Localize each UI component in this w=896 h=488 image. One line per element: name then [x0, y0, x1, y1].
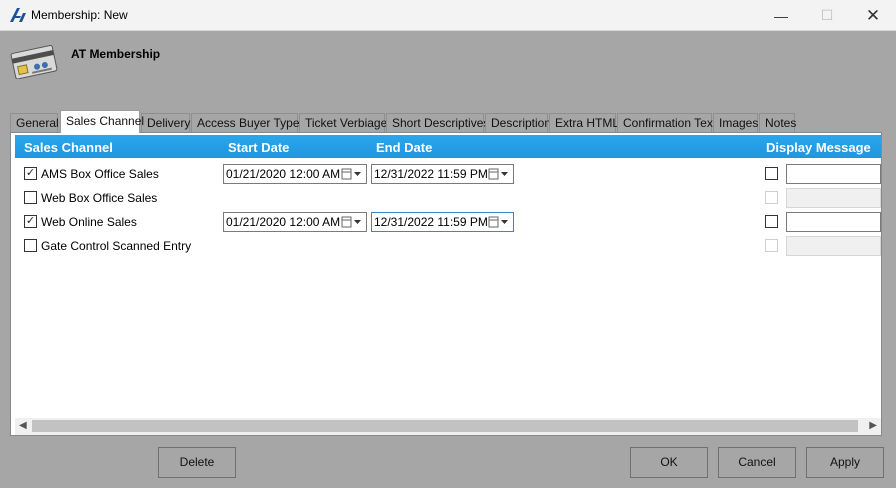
tab-sales-channel[interactable]: Sales Channel: [60, 110, 144, 133]
display-message-checkbox: [765, 191, 778, 204]
calendar-dropdown-icon[interactable]: [488, 168, 510, 180]
tab-extra-html[interactable]: Extra HTML: [549, 113, 619, 133]
display-message-input: [786, 236, 881, 256]
channel-label: Web Box Office Sales: [41, 191, 158, 205]
start-date-picker[interactable]: 01/21/2020 12:00 AM: [223, 212, 367, 232]
channel-label: AMS Box Office Sales: [41, 167, 159, 181]
title-bar: Membership: New — ☐ ✕: [0, 0, 896, 31]
cancel-button[interactable]: Cancel: [718, 447, 796, 478]
channel-label: Gate Control Scanned Entry: [41, 239, 192, 253]
table-row: Gate Control Scanned Entry: [15, 234, 881, 258]
delete-button[interactable]: Delete: [158, 447, 236, 478]
apply-button[interactable]: Apply: [806, 447, 884, 478]
start-date-value: 01/21/2020 12:00 AM: [226, 167, 341, 181]
close-button[interactable]: ✕: [850, 0, 896, 31]
app-logo-icon: [10, 8, 26, 22]
calendar-dropdown-icon[interactable]: [341, 216, 363, 228]
channel-checkbox[interactable]: [24, 239, 37, 252]
record-header: AT Membership: [0, 31, 896, 106]
scrollbar-thumb[interactable]: [32, 420, 858, 432]
channel-checkbox[interactable]: ✓: [24, 215, 37, 228]
tab-access-buyer-types[interactable]: Access Buyer Types: [191, 113, 306, 133]
tab-delivery[interactable]: Delivery: [141, 113, 190, 133]
window-title: Membership: New: [31, 8, 128, 22]
channel-checkbox[interactable]: ✓: [24, 167, 37, 180]
membership-title: AT Membership: [71, 47, 161, 61]
end-date-picker[interactable]: 12/31/2022 11:59 PM: [371, 164, 514, 184]
display-message-checkbox[interactable]: [765, 167, 778, 180]
tab-description[interactable]: Description: [485, 113, 551, 133]
horizontal-scrollbar[interactable]: ◀ ▶: [15, 418, 881, 435]
column-header-end-date[interactable]: End Date: [376, 140, 432, 155]
end-date-value: 12/31/2022 11:59 PM: [374, 215, 488, 229]
ok-button[interactable]: OK: [630, 447, 708, 478]
column-header-start-date[interactable]: Start Date: [228, 140, 289, 155]
end-date-picker[interactable]: 12/31/2022 11:59 PM: [371, 212, 514, 232]
scroll-left-arrow-icon[interactable]: ◀: [19, 420, 27, 431]
membership-card-icon: [10, 45, 58, 79]
table-row: ✓ Web Online Sales 01/21/2020 12:00 AM 1…: [15, 210, 881, 234]
tab-short-descriptives[interactable]: Short Descriptives: [386, 113, 489, 133]
maximize-button[interactable]: ☐: [804, 0, 850, 31]
column-header-sales-channel[interactable]: Sales Channel: [24, 140, 113, 155]
sales-channel-panel: Sales Channel Start Date End Date Displa…: [10, 132, 882, 436]
minimize-button[interactable]: —: [758, 0, 804, 31]
calendar-dropdown-icon[interactable]: [488, 216, 510, 228]
end-date-value: 12/31/2022 11:59 PM: [374, 167, 488, 181]
channel-checkbox[interactable]: [24, 191, 37, 204]
scroll-right-arrow-icon[interactable]: ▶: [869, 420, 877, 431]
start-date-value: 01/21/2020 12:00 AM: [226, 215, 341, 229]
start-date-picker[interactable]: 01/21/2020 12:00 AM: [223, 164, 367, 184]
display-message-checkbox[interactable]: [765, 215, 778, 228]
table-row: ✓ AMS Box Office Sales 01/21/2020 12:00 …: [15, 162, 881, 186]
table-row: Web Box Office Sales: [15, 186, 881, 210]
display-message-checkbox: [765, 239, 778, 252]
tab-notes[interactable]: Notes: [759, 113, 796, 133]
tab-ticket-verbiage[interactable]: Ticket Verbiage: [299, 113, 387, 133]
display-message-input[interactable]: [786, 212, 881, 232]
channel-label: Web Online Sales: [41, 215, 137, 229]
calendar-dropdown-icon[interactable]: [341, 168, 363, 180]
tab-confirmation-text[interactable]: Confirmation Text: [617, 113, 716, 133]
tab-general[interactable]: General: [10, 113, 59, 133]
tab-strip: General Sales Channel Delivery Access Bu…: [10, 110, 890, 133]
grid-header: Sales Channel Start Date End Date Displa…: [15, 135, 881, 158]
column-header-display-message[interactable]: Display Message: [766, 140, 871, 155]
tab-images[interactable]: Images: [713, 113, 758, 133]
display-message-input[interactable]: [786, 164, 881, 184]
display-message-input: [786, 188, 881, 208]
